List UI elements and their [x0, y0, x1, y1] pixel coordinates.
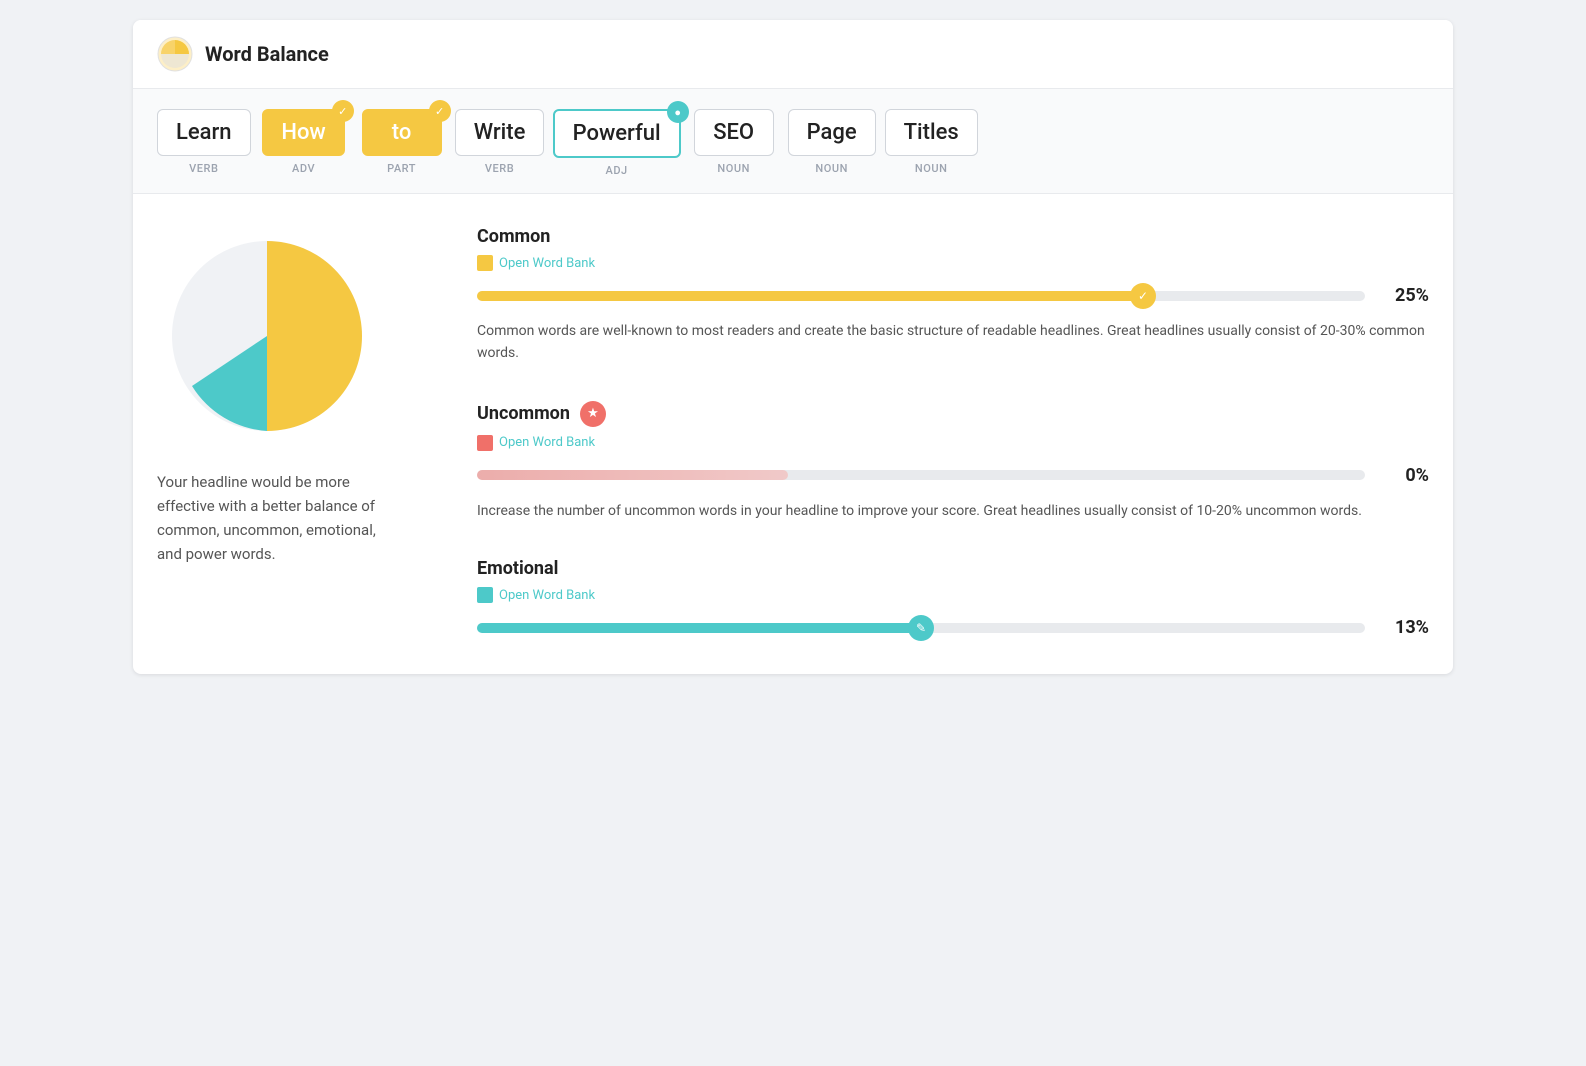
emotional-bar-row: ✎ 13%	[477, 617, 1429, 638]
chip-box-to: ✓ to	[362, 109, 442, 156]
chip-box-learn: Learn	[157, 109, 251, 156]
uncommon-bar-track	[477, 470, 1365, 480]
page-title: Word Balance	[205, 42, 329, 66]
common-bar-fill	[477, 291, 1143, 301]
common-bar-thumb: ✓	[1130, 283, 1156, 309]
uncommon-description: Increase the number of uncommon words in…	[477, 500, 1429, 522]
badge-how: ✓	[332, 100, 354, 122]
uncommon-bar-row: 0%	[477, 465, 1429, 486]
metric-common-title: Common	[477, 226, 550, 247]
chip-box-how: ✓ How	[262, 109, 344, 156]
words-row: Learn VERB ✓ How ADV ✓ to PART	[157, 109, 1429, 177]
common-open-bank-link[interactable]: Open Word Bank	[477, 255, 1429, 271]
uncommon-bar-fill	[477, 470, 788, 480]
pie-svg	[157, 226, 377, 446]
word-chip-titles[interactable]: Titles NOUN	[885, 109, 978, 175]
emotional-book-icon	[477, 587, 493, 603]
word-chip-seo[interactable]: SEO NOUN	[689, 109, 779, 175]
left-description: Your headline would be more effective wi…	[157, 470, 397, 566]
chip-box-powerful: ● Powerful	[553, 109, 681, 158]
uncommon-book-icon	[477, 435, 493, 451]
metric-common: Common Open Word Bank ✓ 25% Common words…	[477, 226, 1429, 365]
uncommon-open-bank-link[interactable]: Open Word Bank	[477, 435, 1429, 451]
metric-emotional: Emotional Open Word Bank ✎ 13%	[477, 558, 1429, 642]
metric-emotional-header: Emotional	[477, 558, 1429, 579]
common-bar-row: ✓ 25%	[477, 285, 1429, 306]
metric-uncommon: Uncommon ★ Open Word Bank 0% Increase th…	[477, 401, 1429, 522]
left-panel: Your headline would be more effective wi…	[157, 226, 437, 642]
emotional-bar-fill	[477, 623, 921, 633]
metric-uncommon-title: Uncommon	[477, 403, 570, 424]
word-chip-write[interactable]: Write VERB	[455, 109, 545, 175]
word-chip-to[interactable]: ✓ to PART	[357, 109, 447, 175]
chip-box-titles: Titles	[885, 109, 978, 156]
emotional-bar-track: ✎	[477, 623, 1365, 633]
words-section: Learn VERB ✓ How ADV ✓ to PART	[133, 89, 1453, 194]
pie-chart	[157, 226, 377, 446]
emotional-bar-thumb: ✎	[908, 615, 934, 641]
word-chip-powerful[interactable]: ● Powerful ADJ	[553, 109, 681, 177]
chip-box-write: Write	[455, 109, 545, 156]
common-percent: 25%	[1381, 285, 1429, 306]
common-description: Common words are well-known to most read…	[477, 320, 1429, 365]
word-chip-how[interactable]: ✓ How ADV	[259, 109, 349, 175]
logo-icon	[157, 36, 193, 72]
chip-box-page: Page	[788, 109, 876, 156]
metric-common-header: Common	[477, 226, 1429, 247]
word-chip-learn[interactable]: Learn VERB	[157, 109, 251, 175]
main-content: Your headline would be more effective wi…	[133, 194, 1453, 674]
common-book-icon	[477, 255, 493, 271]
right-panel: Common Open Word Bank ✓ 25% Common words…	[477, 226, 1429, 642]
word-balance-card: Word Balance Learn VERB ✓ How ADV	[133, 20, 1453, 674]
emotional-percent: 13%	[1381, 617, 1429, 638]
common-bar-track: ✓	[477, 291, 1365, 301]
chip-box-seo: SEO	[694, 109, 774, 156]
badge-to: ✓	[429, 100, 451, 122]
metric-uncommon-header: Uncommon ★	[477, 401, 1429, 427]
uncommon-star-icon: ★	[580, 401, 606, 427]
uncommon-percent: 0%	[1381, 465, 1429, 486]
emotional-open-bank-link[interactable]: Open Word Bank	[477, 587, 1429, 603]
header: Word Balance	[133, 20, 1453, 89]
badge-powerful: ●	[667, 101, 689, 123]
metric-emotional-title: Emotional	[477, 558, 558, 579]
word-chip-page[interactable]: Page NOUN	[787, 109, 877, 175]
